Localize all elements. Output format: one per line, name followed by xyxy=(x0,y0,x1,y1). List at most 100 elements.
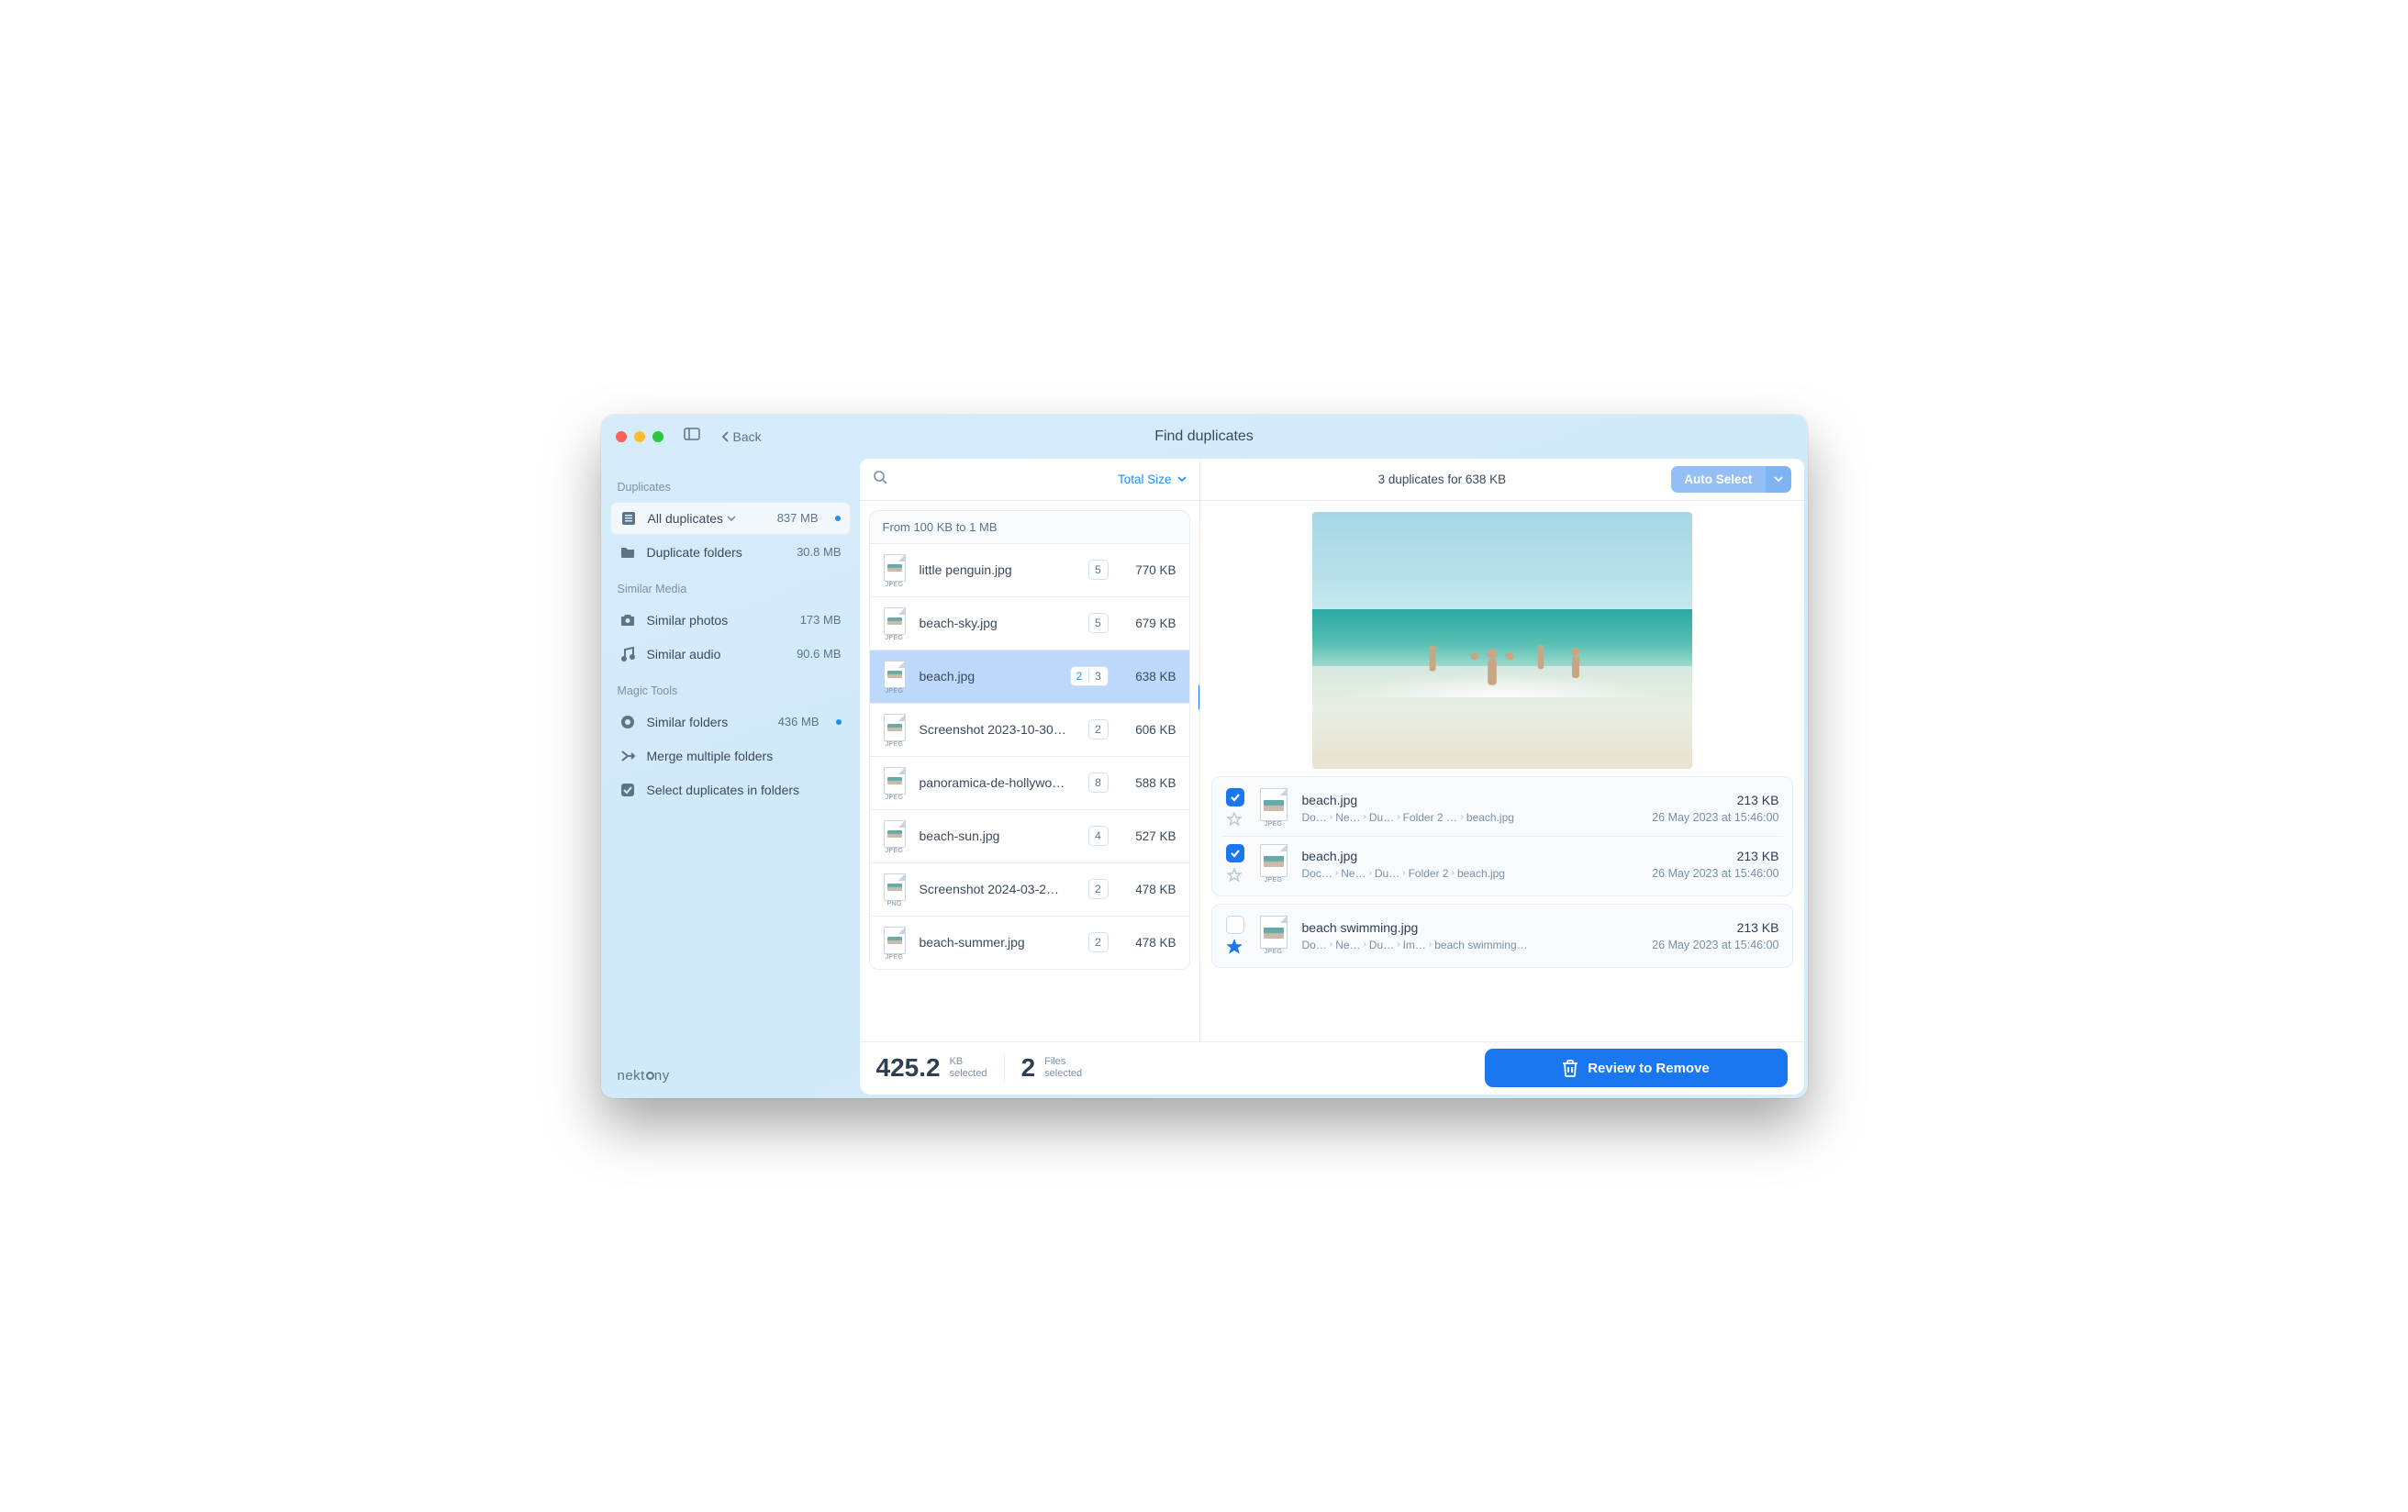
chevron-left-icon xyxy=(720,430,730,443)
sidebar-item-label: Similar photos xyxy=(647,613,789,628)
file-group: From 100 KB to 1 MB JPEGlittle penguin.j… xyxy=(869,510,1190,970)
duplicate-name: beach.jpg xyxy=(1302,849,1642,863)
file-name: panoramica-de-hollywo… xyxy=(920,775,1077,790)
sidebar-item-label: Select duplicates in folders xyxy=(647,783,842,797)
file-thumb-icon: JPEG xyxy=(881,714,909,745)
sidebar-item-value: 90.6 MB xyxy=(797,647,841,661)
duplicate-row[interactable]: JPEG beach.jpgDoc…›Ne…›Du…›Folder 2›beach… xyxy=(1221,836,1783,892)
duplicate-date: 26 May 2023 at 15:46:00 xyxy=(1652,811,1778,824)
sidebar-section-title: Similar Media xyxy=(610,570,851,603)
duplicate-info: beach.jpgDoc…›Ne…›Du…›Folder 2›beach.jpg xyxy=(1302,849,1642,880)
sidebar: DuplicatesAll duplicates 837 MBDuplicate… xyxy=(601,459,860,1098)
file-size: 478 KB xyxy=(1120,883,1176,896)
footer-divider xyxy=(1004,1052,1005,1084)
camera-icon xyxy=(619,612,636,628)
file-row[interactable]: JPEGbeach-summer.jpg2478 KB xyxy=(870,916,1189,969)
duplicate-row[interactable]: JPEGbeach.jpgDo…›Ne…›Du…›Folder 2 c…›bea… xyxy=(1221,781,1783,836)
checkbox[interactable] xyxy=(1226,788,1244,806)
sidebar-item-merge-multiple-folders[interactable]: Merge multiple folders xyxy=(610,739,851,773)
file-thumb-icon: JPEG xyxy=(881,554,909,585)
file-size: 478 KB xyxy=(1120,936,1176,950)
file-size: 606 KB xyxy=(1120,723,1176,737)
sidebar-item-all-duplicates[interactable]: All duplicates 837 MB xyxy=(610,502,851,535)
file-thumb-icon: JPEG xyxy=(881,927,909,958)
file-thumb-icon: JPEG xyxy=(1256,916,1291,956)
duplicate-row[interactable]: JPEGbeach swimming.jpgDo…›Ne…›Du…›Im…›be… xyxy=(1221,908,1783,963)
preview-image[interactable] xyxy=(1312,512,1692,769)
app-window: Back Find duplicates DuplicatesAll dupli… xyxy=(601,415,1808,1098)
toolbar: Total Size 3 duplicates for 638 KB Auto … xyxy=(860,459,1804,501)
music-icon xyxy=(619,646,636,662)
file-thumb-icon: JPEG xyxy=(1256,788,1291,828)
file-row[interactable]: PNGScreenshot 2024-03-2…2478 KB xyxy=(870,862,1189,916)
content: From 100 KB to 1 MB JPEGlittle penguin.j… xyxy=(860,501,1804,1041)
count-badge: 2 xyxy=(1088,932,1109,952)
count-badge: 4 xyxy=(1088,826,1109,846)
file-name: Screenshot 2023-10-30… xyxy=(920,722,1077,737)
checkbox[interactable] xyxy=(1226,844,1244,862)
back-button[interactable]: Back xyxy=(720,429,762,444)
file-row[interactable]: JPEGlittle penguin.jpg5770 KB xyxy=(870,543,1189,596)
star-icon[interactable] xyxy=(1227,812,1243,828)
check-square-icon xyxy=(619,782,636,798)
file-size: 588 KB xyxy=(1120,776,1176,790)
file-thumb-icon: JPEG xyxy=(881,767,909,798)
close-window-button[interactable] xyxy=(616,431,627,442)
sidebar-item-similar-folders[interactable]: Similar folders 436 MB xyxy=(610,706,851,739)
file-name: beach-sky.jpg xyxy=(920,616,1077,630)
duplicate-date: 26 May 2023 at 15:46:00 xyxy=(1652,867,1778,880)
selected-count-value: 2 xyxy=(1021,1053,1036,1083)
sidebar-item-select-duplicates-in-folders[interactable]: Select duplicates in folders xyxy=(610,773,851,806)
file-size: 770 KB xyxy=(1120,563,1176,577)
duplicate-meta: 213 KB26 May 2023 at 15:46:00 xyxy=(1652,849,1778,880)
checkbox[interactable] xyxy=(1226,916,1244,934)
selected-size-label: selected xyxy=(950,1068,987,1080)
review-to-remove-button[interactable]: Review to Remove xyxy=(1485,1049,1788,1087)
traffic-lights xyxy=(616,431,663,442)
zoom-window-button[interactable] xyxy=(652,431,663,442)
auto-select-button[interactable]: Auto Select xyxy=(1671,466,1765,493)
auto-select-dropdown[interactable] xyxy=(1766,466,1791,493)
duplicate-size: 213 KB xyxy=(1652,920,1778,935)
count-badge: 8 xyxy=(1088,773,1109,793)
status-dot-icon xyxy=(836,719,842,725)
file-list-column[interactable]: From 100 KB to 1 MB JPEGlittle penguin.j… xyxy=(860,501,1200,1041)
status-dot-icon xyxy=(835,516,841,521)
sidebar-item-similar-audio[interactable]: Similar audio 90.6 MB xyxy=(610,638,851,671)
folder-icon xyxy=(619,544,636,561)
duplicate-date: 26 May 2023 at 15:46:00 xyxy=(1652,939,1778,951)
file-row[interactable]: JPEGbeach-sky.jpg5679 KB xyxy=(870,596,1189,650)
file-row[interactable]: JPEGbeach.jpg23638 KB xyxy=(870,650,1189,703)
list-icon xyxy=(620,510,637,527)
duplicate-name: beach.jpg xyxy=(1302,793,1642,807)
file-row[interactable]: JPEG Screenshot 2023-10-30… 2 606 KB xyxy=(870,703,1189,756)
selected-count-unit: Files xyxy=(1044,1056,1082,1068)
sidebar-item-value: 173 MB xyxy=(800,613,842,627)
star-icon[interactable] xyxy=(1227,939,1243,956)
file-thumb-icon: JPEG xyxy=(881,661,909,692)
duplicate-meta: 213 KB26 May 2023 at 15:46:00 xyxy=(1652,793,1778,824)
chevron-down-icon xyxy=(1774,475,1783,483)
sidebar-item-similar-photos[interactable]: Similar photos 173 MB xyxy=(610,604,851,637)
merge-icon xyxy=(619,748,636,764)
minimize-window-button[interactable] xyxy=(634,431,645,442)
file-name: beach-sun.jpg xyxy=(920,828,1077,843)
file-row[interactable]: JPEGbeach-sun.jpg4527 KB xyxy=(870,809,1189,862)
star-icon[interactable] xyxy=(1227,868,1243,884)
file-thumb-icon: JPEG xyxy=(1256,844,1291,884)
sort-dropdown[interactable]: Total Size xyxy=(1118,472,1187,486)
count-badge: 2 xyxy=(1088,719,1109,739)
count-badge: 5 xyxy=(1088,613,1109,633)
preview-box xyxy=(1200,501,1804,776)
sidebar-item-duplicate-folders[interactable]: Duplicate folders 30.8 MB xyxy=(610,536,851,569)
folders-link-icon xyxy=(619,714,636,730)
file-group-header: From 100 KB to 1 MB xyxy=(870,511,1189,543)
file-row[interactable]: JPEG panoramica-de-hollywo… 8 588 KB xyxy=(870,756,1189,809)
auto-select-group: Auto Select xyxy=(1671,466,1790,493)
duplicate-path: Do…›Ne…›Du…›Im…›beach swimming… xyxy=(1302,939,1642,951)
sort-dropdown-label: Total Size xyxy=(1118,472,1172,486)
duplicate-meta: 213 KB 26 May 2023 at 15:46:00 xyxy=(1652,920,1778,951)
search-icon[interactable] xyxy=(873,470,887,489)
sidebar-toggle-button[interactable] xyxy=(684,428,700,445)
selected-size-stat: 425.2 KB selected xyxy=(876,1053,987,1083)
